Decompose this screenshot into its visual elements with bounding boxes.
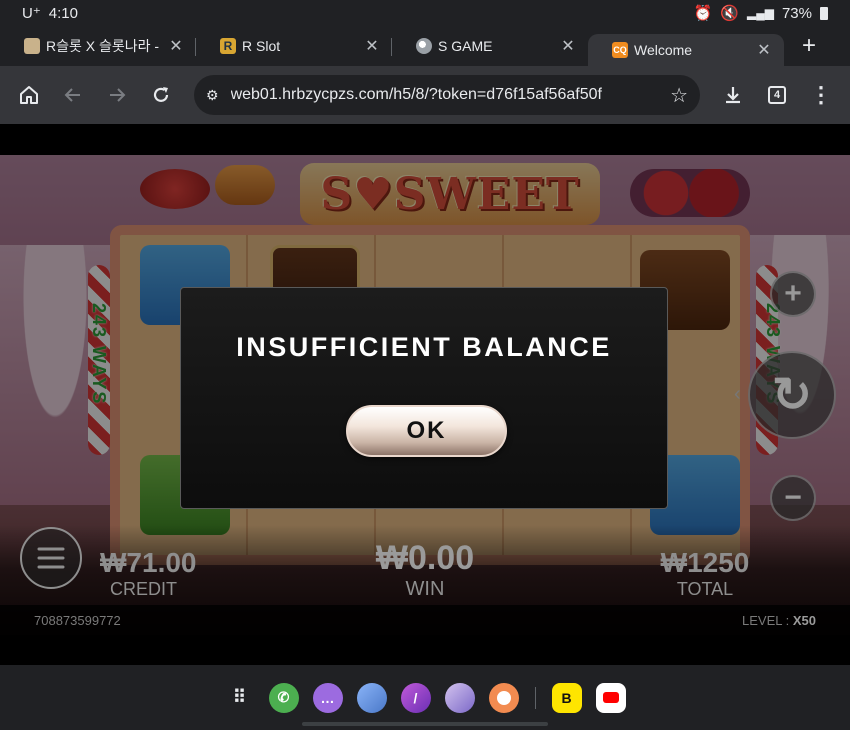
back-button[interactable] [56, 78, 90, 112]
game-menu-button[interactable] [20, 527, 82, 589]
new-tab-button[interactable]: + [792, 32, 826, 60]
insufficient-balance-dialog: INSUFFICIENT BALANCE OK [180, 287, 668, 509]
download-icon [726, 87, 740, 104]
taskbar: ⠿ ✆ … / B [0, 665, 850, 730]
page-letterbox-bottom [0, 635, 850, 665]
address-bar[interactable]: ⚙︎ web01.hrbzycpzs.com/h5/8/?token=d76f1… [194, 75, 700, 115]
bet-level: LEVEL : X50 [742, 612, 816, 628]
tab-title: Welcome [634, 42, 693, 58]
mute-icon: 🔇 [720, 5, 739, 22]
kakao-icon[interactable]: B [551, 682, 582, 713]
credit-label: CREDIT [110, 579, 177, 599]
bet-increase-button[interactable]: + [770, 271, 816, 317]
arrow-left-icon [64, 88, 80, 102]
tab-title: R Slot [242, 38, 281, 54]
home-icon [20, 86, 38, 104]
level-label: LEVEL [742, 612, 783, 628]
tab-s-game[interactable]: S GAME ✕ [392, 30, 588, 62]
close-icon[interactable]: ✕ [560, 36, 576, 56]
messages-icon[interactable]: … [312, 682, 343, 713]
tab-rslot-nara[interactable]: R슬롯 X 슬롯나라 - 보 ✕ [0, 30, 196, 62]
gallery-icon[interactable] [356, 682, 387, 713]
tab-title: S GAME [438, 38, 493, 54]
total-stat: ₩1250 TOTAL [650, 547, 760, 600]
tab-count: 4 [768, 86, 786, 104]
tab-r-slot[interactable]: R R Slot ✕ [196, 30, 392, 62]
signal-icon: ▂▄▆ [747, 6, 774, 20]
cq-favicon-icon: CQ [612, 42, 628, 58]
carrier-label: U⁺ [22, 5, 41, 22]
total-label: TOTAL [676, 579, 734, 599]
more-vert-icon: ⋮ [810, 82, 832, 107]
book-favicon-icon [24, 38, 40, 54]
internet-icon[interactable] [444, 682, 475, 713]
home-button[interactable] [12, 78, 46, 112]
more-menu-button[interactable]: ⋮ [804, 78, 838, 112]
reload-button[interactable] [144, 78, 178, 112]
hamburger-icon [37, 547, 65, 569]
status-bar: U⁺ 4:10 ⏰ 🔇 ▂▄▆ 73% [0, 0, 850, 26]
tab-welcome[interactable]: CQ Welcome ✕ [588, 34, 784, 66]
spin-button[interactable]: ↻ [748, 351, 836, 439]
credit-stat: ₩71.00 CREDIT [100, 547, 200, 600]
page-letterbox-top [0, 124, 850, 155]
camera-icon[interactable] [488, 682, 519, 713]
apps-grid-icon[interactable]: ⠿ [225, 683, 255, 713]
tab-strip: R슬롯 X 슬롯나라 - 보 ✕ R R Slot ✕ S GAME ✕ CQ … [0, 26, 850, 66]
clock: 4:10 [48, 4, 78, 22]
credit-amount: ₩71.00 [100, 547, 197, 578]
battery-percent: 73% [781, 4, 812, 22]
tab-title: R슬롯 X 슬롯나라 - 보 [46, 38, 162, 54]
win-stat: ₩0.00 WIN [360, 539, 490, 601]
notes-icon[interactable]: / [400, 682, 431, 713]
gesture-bar[interactable] [302, 722, 548, 726]
alarm-icon: ⏰ [693, 5, 713, 22]
browser-toolbar: ⚙︎ web01.hrbzycpzs.com/h5/8/?token=d76f1… [0, 66, 850, 124]
spin-arrow-icon: ↻ [771, 369, 813, 422]
battery-icon [820, 6, 828, 20]
close-icon[interactable]: ✕ [364, 36, 380, 56]
spin-left-arrow-icon: ‹ [734, 383, 741, 405]
globe-favicon-icon [416, 38, 432, 54]
win-label: WIN [405, 578, 445, 600]
download-button[interactable] [716, 78, 750, 112]
win-amount: ₩0.00 [375, 539, 475, 577]
forward-button[interactable] [100, 78, 134, 112]
ok-button[interactable]: OK [346, 405, 507, 457]
close-icon[interactable]: ✕ [756, 40, 772, 60]
close-icon[interactable]: ✕ [168, 36, 184, 56]
youtube-icon[interactable] [595, 682, 626, 713]
reload-icon [153, 87, 169, 102]
tab-switcher-button[interactable]: 4 [760, 78, 794, 112]
bookmark-star-icon[interactable]: ☆ [670, 83, 688, 108]
level-value: X50 [792, 612, 816, 628]
total-amount: ₩1250 [660, 547, 750, 578]
bet-decrease-button[interactable]: − [770, 475, 816, 521]
site-settings-icon[interactable]: ⚙︎ [206, 87, 219, 104]
dock-divider [534, 686, 536, 709]
phone-icon[interactable]: ✆ [268, 682, 299, 713]
url-text: web01.hrbzycpzs.com/h5/8/?token=d76f15af… [230, 86, 602, 103]
dialog-title: INSUFFICIENT BALANCE [236, 332, 612, 362]
r-slot-favicon-icon: R [220, 38, 236, 54]
arrow-right-icon [110, 88, 126, 102]
round-id: 708873599772 [34, 612, 121, 628]
game-info-bar: 708873599772 LEVEL : X50 [0, 605, 850, 635]
